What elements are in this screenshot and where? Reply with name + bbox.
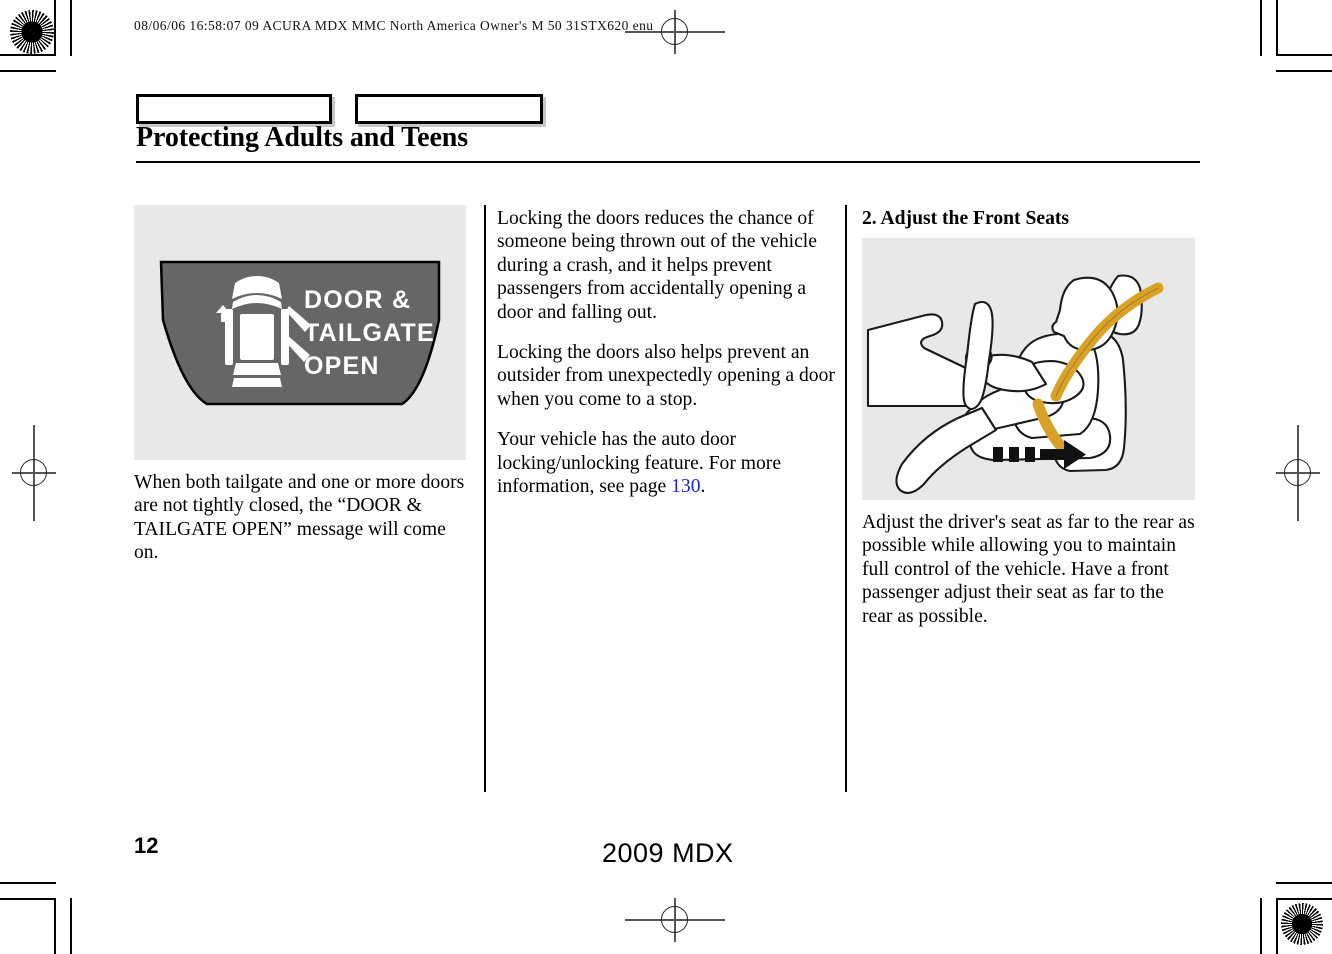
door-tailgate-open-display-figure: DOOR & TAILGATE OPEN [134,205,466,460]
page-number: 12 [134,833,159,858]
crop-mark [0,882,56,884]
dash-display-graphic: DOOR & TAILGATE OPEN [159,260,441,406]
crop-mark [0,898,56,900]
tab-box-right[interactable] [355,94,543,124]
svg-text:OPEN: OPEN [304,352,380,380]
right-column-heading: 2. Adjust the Front Seats [862,208,1070,229]
crop-mark [1276,898,1278,954]
starburst-registration-mark-top-left [10,10,54,54]
crop-mark [1276,0,1278,56]
crop-mark [1260,0,1262,56]
middle-paragraph-3: Your vehicle has the auto door locking/u… [497,428,835,498]
svg-text:TAILGATE: TAILGATE [304,319,435,347]
auto-lock-text-after-link: . [700,476,706,498]
crop-mark [1260,898,1262,954]
right-column: 2. Adjust the Front Seats Adjust the dri… [862,207,1198,628]
svg-text:DOOR &: DOOR & [304,286,411,314]
scan-header-text: 08/06/06 16:58:07 09 ACURA MDX MMC North… [134,18,654,33]
crop-mark [1276,898,1332,900]
crop-mark [0,54,56,56]
middle-paragraph-1: Locking the doors reduces the chance of … [497,208,817,323]
middle-paragraph-2: Locking the doors also helps prevent an … [497,342,835,410]
crop-mark [54,0,56,56]
crosshair-registration-mark-left [12,425,56,521]
page-title: Protecting Adults and Teens [136,122,469,153]
crop-mark [70,898,72,954]
title-divider-rule [136,161,1200,163]
column-divider-left [484,205,486,792]
driver-seat-adjust-figure [862,238,1195,500]
left-column: DOOR & TAILGATE OPEN When both tailgate … [134,205,466,565]
crop-mark [1276,882,1332,884]
crosshair-registration-mark-bottom [625,898,725,942]
starburst-registration-mark-bottom-right [1281,903,1323,945]
auto-lock-text-before-link: Your vehicle has the auto door locking/u… [497,429,782,498]
tab-box-left[interactable] [136,94,332,124]
crop-mark [54,898,56,954]
middle-column: Locking the doors reduces the chance of … [497,207,835,498]
driver-seat-adjust-graphic [866,274,1164,494]
right-column-caption: Adjust the driver's seat as far to the r… [862,512,1195,627]
model-year-footer: 2009 MDX [602,838,734,868]
crop-mark [70,0,72,56]
page-reference-link[interactable]: 130 [671,476,700,497]
crosshair-registration-mark-right [1276,425,1320,521]
column-divider-right [845,205,847,792]
crop-mark [0,70,56,72]
crop-mark [1276,54,1332,56]
crop-mark [1276,70,1332,72]
left-column-caption: When both tailgate and one or more doors… [134,472,465,564]
